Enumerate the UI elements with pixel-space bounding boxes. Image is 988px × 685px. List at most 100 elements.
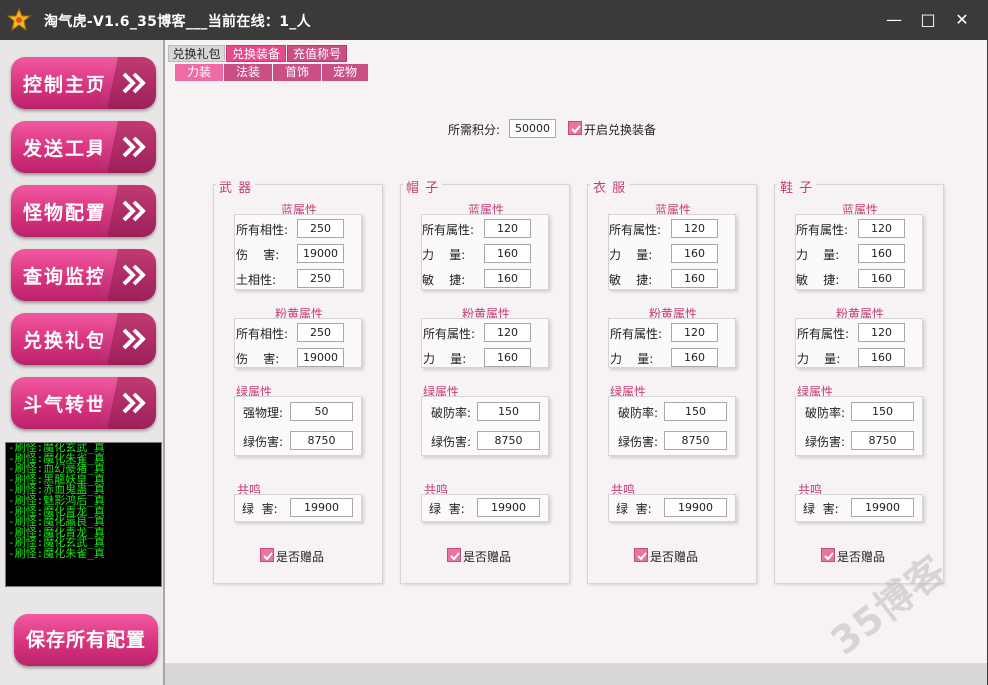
green-attr-input[interactable]: 50 [290,402,353,421]
attr-label: 绿伤害: [618,435,659,449]
pink-attr-input[interactable]: 160 [671,348,718,367]
pink-attr-input[interactable]: 160 [484,348,531,367]
attr-label: 力 量: [797,352,841,366]
attr-label: 伤 害: [236,352,280,366]
double-chevron-right-icon [108,185,156,237]
blue-attr-input[interactable]: 160 [484,244,531,263]
double-chevron-right-icon [108,377,156,429]
blue-attr-input[interactable]: 160 [671,269,718,288]
pink-attr-input[interactable]: 160 [858,348,905,367]
gift-checkbox[interactable] [821,548,835,562]
attr-label: 绿伤害: [431,435,472,449]
pink-attr-input[interactable]: 250 [297,323,344,342]
window-title: 淘气虎-V1.6_35博客___当前在线：1_人 [44,14,311,30]
attr-label: 土相性: [236,273,277,287]
checkmark-icon [450,552,460,561]
blue-attr-input[interactable]: 160 [858,244,905,263]
nav-label: 发送工具 [23,138,108,160]
group-title: 武 器 [216,177,256,196]
attr-label: 绿 害: [429,502,465,516]
attr-label: 力 量: [422,248,466,262]
attr-label: 力 量: [609,248,653,262]
tab-magic-gear[interactable]: 法装 [224,64,272,81]
attr-label: 所有属性: [423,327,476,341]
blue-attr-input[interactable]: 160 [484,269,531,288]
gift-label: 是否赠品 [463,550,512,564]
checkmark-icon [637,552,647,561]
resonance-input[interactable]: 19900 [851,498,914,517]
tab-redeem-equipment[interactable]: 兑换装备 [226,45,286,62]
pink-attr-input[interactable]: 120 [484,323,531,342]
attr-label: 所有属性: [796,223,849,237]
attr-label: 绿 害: [803,502,839,516]
points-label: 所需积分: [448,123,501,137]
gift-label: 是否赠品 [276,550,325,564]
attr-label: 破防率: [431,406,472,420]
green-attr-input[interactable]: 8750 [851,431,914,450]
resonance-input[interactable]: 19900 [290,498,353,517]
attr-label: 敏 捷: [609,273,653,287]
attr-label: 所有属性: [797,327,850,341]
log-line: -刷怪:魔化朱雀_真 [8,546,105,560]
nav-monster-config-button[interactable]: 怪物配置 [11,185,156,237]
save-all-config-button[interactable]: 保存所有配置 [14,614,158,666]
blue-attr-input[interactable]: 120 [671,219,718,238]
nav-query-monitor-button[interactable]: 查询监控 [11,249,156,301]
title-bar: 淘气虎-V1.6_35博客___当前在线：1_人 — □ ✕ [0,0,988,40]
resonance-input[interactable]: 19900 [477,498,540,517]
attr-label: 力 量: [796,248,840,262]
green-attr-input[interactable]: 150 [477,402,540,421]
tab-jewelry[interactable]: 首饰 [273,64,321,81]
attr-label: 所有属性: [609,223,662,237]
group-shoes: 鞋 子蓝属性 所有属性: 120 力 量: 160 敏 捷: 160 粉黄属性 所有属性: 120… [774,177,944,584]
green-attr-input[interactable]: 8750 [477,431,540,450]
monster-log-panel[interactable]: -刷怪:魔化玄武_真 -刷怪:魔化朱雀_真 -刷怪:血幻豪猪_真 -刷怪:黑龍妖… [5,442,162,587]
attr-label: 力 量: [423,352,467,366]
attr-label: 强物理: [243,406,284,420]
group-hat: 帽 子蓝属性 所有属性: 120 力 量: 160 敏 捷: 160 粉黄属性 所有属性: 120… [400,177,570,584]
green-attr-input[interactable]: 150 [664,402,727,421]
blue-attr-input[interactable]: 160 [858,269,905,288]
blue-attr-input[interactable]: 250 [297,269,344,288]
gift-checkbox[interactable] [447,548,461,562]
blue-attr-input[interactable]: 120 [484,219,531,238]
nav-redeem-gift-button[interactable]: 兑换礼包 [11,313,156,365]
nav-reincarnation-button[interactable]: 斗气转世 [11,377,156,429]
group-title: 帽 子 [403,177,443,196]
nav-send-tool-button[interactable]: 发送工具 [11,121,156,173]
green-attr-input[interactable]: 150 [851,402,914,421]
close-button[interactable]: ✕ [948,8,976,32]
attr-label: 所有属性: [422,223,475,237]
tab-strength-gear[interactable]: 力装 [175,64,223,81]
pink-attr-input[interactable]: 120 [671,323,718,342]
checkmark-icon [571,125,581,134]
double-chevron-right-icon [108,121,156,173]
pink-attr-input[interactable]: 120 [858,323,905,342]
blue-attr-input[interactable]: 120 [858,219,905,238]
nav-label: 斗气转世 [23,394,108,416]
green-attr-input[interactable]: 8750 [290,431,353,450]
tab-recharge-title[interactable]: 充值称号 [287,45,347,62]
resonance-input[interactable]: 19900 [664,498,727,517]
group-weapon: 武 器蓝属性 所有相性: 250 伤 害: 19000 土相性: 250 粉黄属性 所有相性: 2… [213,177,383,584]
green-attr-input[interactable]: 8750 [664,431,727,450]
tab-pet[interactable]: 宠物 [322,64,368,81]
attr-label: 敏 捷: [796,273,840,287]
tab-redeem-gift[interactable]: 兑换礼包 [168,45,225,62]
attr-label: 所有相性: [236,327,289,341]
pink-attr-input[interactable]: 19000 [297,348,344,367]
gift-checkbox[interactable] [260,548,274,562]
blue-attr-input[interactable]: 160 [671,244,718,263]
minimize-button[interactable]: — [880,8,908,32]
enable-redeem-checkbox[interactable] [568,121,582,135]
blue-attr-input[interactable]: 19000 [297,244,344,263]
nav-control-home-button[interactable]: 控制主页 [11,57,156,109]
double-chevron-right-icon [108,313,156,365]
maximize-button[interactable]: □ [914,8,942,32]
gift-checkbox[interactable] [634,548,648,562]
blue-attr-input[interactable]: 250 [297,219,344,238]
attr-label: 所有相性: [236,223,289,237]
attr-label: 敏 捷: [422,273,466,287]
points-input[interactable]: 50000 [509,119,556,138]
attr-label: 力 量: [610,352,654,366]
